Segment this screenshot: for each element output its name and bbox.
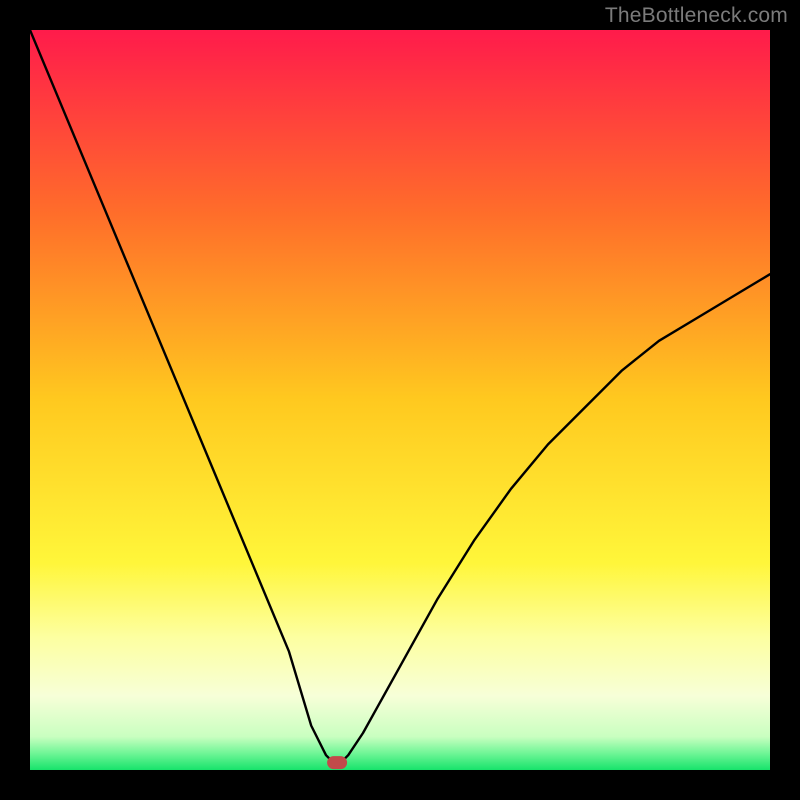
watermark-text: TheBottleneck.com [605,4,788,28]
optimal-marker [327,756,347,769]
chart-svg [30,30,770,770]
gradient-background [30,30,770,770]
chart-plot-area [30,30,770,770]
chart-frame: TheBottleneck.com [0,0,800,800]
